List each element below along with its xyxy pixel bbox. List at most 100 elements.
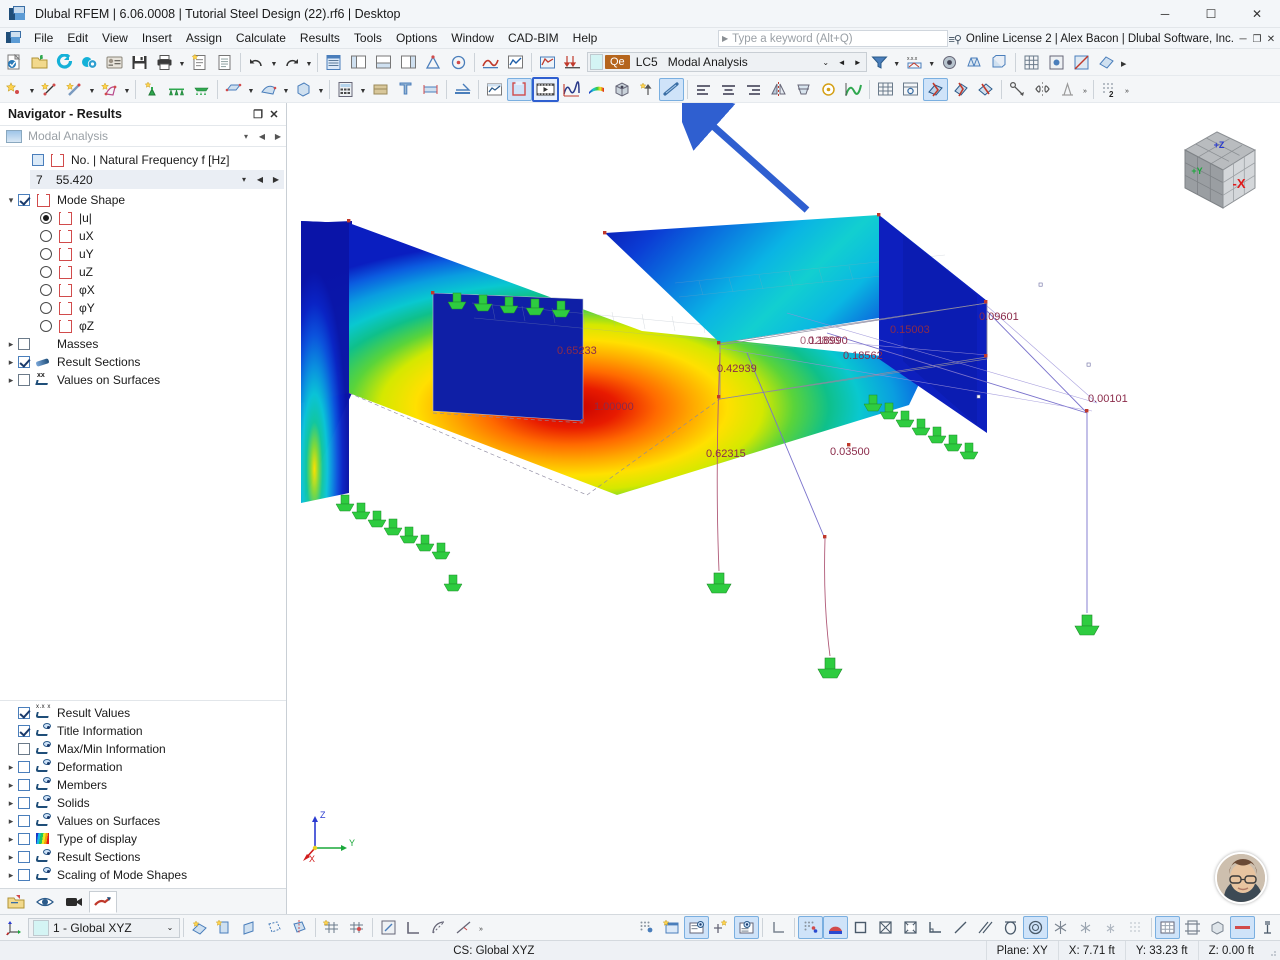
members-checkbox[interactable] [18,779,30,791]
tables-view-icon[interactable] [873,78,898,101]
snap-grid-icon[interactable]: 2 [1097,78,1122,101]
surface-support-icon[interactable] [189,78,214,101]
view-cube[interactable]: -X +Y +Z [1167,116,1267,216]
display-item-deformation[interactable]: ▸ Deformation [0,758,286,776]
scaling-mode-shapes-checkbox[interactable] [18,869,30,881]
bottom-overflow-caret-icon[interactable]: » [476,916,486,939]
context-prev-button[interactable]: ◀ [254,132,270,141]
tree-item-component-uy[interactable]: uY [0,245,286,263]
solids-expander-icon[interactable]: ▸ [4,798,18,809]
local-deformation-icon[interactable] [948,78,973,101]
section-view-icon[interactable] [1069,51,1094,74]
display-item-values-on-surfaces[interactable]: ▸ Values on Surfaces [0,812,286,830]
align-center-icon[interactable] [716,78,741,101]
tree-item-component-uz[interactable]: uZ [0,263,286,281]
menu-item-edit[interactable]: Edit [60,29,95,47]
model-data-table-icon[interactable] [321,51,346,74]
node-dropdown-caret-icon[interactable]: ▼ [27,78,37,101]
tree-item-component-u-abs[interactable]: |u| [0,209,286,227]
mode-shape-expander-icon[interactable]: ▾ [4,195,18,206]
document-minimize-button[interactable]: ─ [1236,30,1250,48]
tab-display-navigator[interactable] [31,891,59,913]
undo-icon[interactable] [244,51,269,74]
add-visibility-icon[interactable] [709,916,734,939]
3d-viewport[interactable]: LC5 - Modal Analysis Modal Analysis Mode… [287,103,1280,914]
navigator-close-button[interactable]: ✕ [266,106,282,122]
tab-views-navigator[interactable] [60,891,88,913]
navigator-restore-button[interactable]: ❐ [250,106,266,122]
snap-endpoint-icon[interactable] [848,916,873,939]
solid-view-icon[interactable] [987,51,1012,74]
type-of-display-checkbox[interactable] [18,833,30,845]
result-diagram-window-icon[interactable] [482,78,507,101]
menu-item-calculate[interactable]: Calculate [229,29,293,47]
load-case-next-button[interactable]: ► [850,58,866,67]
title-information-checkbox[interactable] [18,725,30,737]
nodal-support-icon[interactable] [139,78,164,101]
component-radio-phiy[interactable] [40,302,52,314]
surface-results-icon[interactable] [507,77,532,101]
section-library-icon[interactable] [393,78,418,101]
display-item-solids[interactable]: ▸ Solids [0,794,286,812]
snap-parallel-icon[interactable] [973,916,998,939]
print-dropdown-caret-icon[interactable]: ▼ [177,51,187,74]
calculate-icon[interactable] [333,78,358,101]
result-sections-expander-icon[interactable]: ▸ [4,357,18,368]
component-radio-phiz[interactable] [40,320,52,332]
close-model-icon[interactable] [52,51,77,74]
model-settings-icon[interactable] [77,51,102,74]
menu-item-help[interactable]: Help [566,29,605,47]
more-toolbar-caret-icon[interactable]: ▶ [1119,51,1129,74]
window-close-button[interactable]: ✕ [1234,0,1280,28]
principal-deformation-icon[interactable] [973,78,998,101]
user-avatar[interactable] [1215,852,1267,904]
tree-item-natural-frequency[interactable]: No. | Natural Frequency f [Hz] [0,151,286,169]
member-load-icon[interactable] [221,78,246,101]
coordinate-system-icon[interactable] [2,916,27,939]
redo-icon[interactable] [279,51,304,74]
menu-item-results[interactable]: Results [293,29,347,47]
frequency-dropdown-caret-icon[interactable]: ▾ [236,175,252,184]
snap-intersection-icon[interactable] [873,916,898,939]
animation-icon[interactable] [532,76,559,102]
menu-item-window[interactable]: Window [444,29,501,47]
frequency-prev-button[interactable]: ◀ [252,175,268,184]
show-solids-icon[interactable] [1205,916,1230,939]
rotate-icon[interactable] [791,78,816,101]
work-plane-xz-icon[interactable] [212,916,237,939]
printout-report-icon[interactable] [212,51,237,74]
component-radio-uy[interactable] [40,248,52,260]
clipping-plane-icon[interactable] [1094,51,1119,74]
scaling-mode-shapes-expander-icon[interactable]: ▸ [4,870,18,881]
snap-settings-icon[interactable] [446,51,471,74]
display-item-result-sections[interactable]: ▸ Result Sections [0,848,286,866]
member-dropdown-caret-icon[interactable]: ▼ [87,78,97,101]
menu-item-view[interactable]: View [95,29,135,47]
resize-grip-icon[interactable] [1264,944,1278,958]
snap-center-icon[interactable] [898,916,923,939]
panel-toggle-icon[interactable] [396,51,421,74]
scaling-deformation-icon[interactable] [634,78,659,101]
new-surface-icon[interactable] [97,78,122,101]
solids-checkbox[interactable] [18,797,30,809]
dimension-icon[interactable] [816,78,841,101]
tree-item-masses[interactable]: ▸ Masses [0,335,286,353]
snap-none-icon[interactable] [1123,916,1148,939]
snap-midpoint-icon[interactable] [823,916,848,939]
overflow-caret-icon-2[interactable]: » [1122,78,1132,101]
coordinate-system-selector[interactable]: 1 - Global XYZ ⌄ [28,917,180,938]
surface-dropdown-caret-icon[interactable]: ▼ [122,78,132,101]
snap-points-icon[interactable] [798,916,823,939]
coordinate-system-caret-icon[interactable]: ⌄ [161,923,179,932]
tree-item-component-phix[interactable]: φX [0,281,286,299]
visibility-icon[interactable]: x.x.x [902,51,927,74]
result-sections-display-expander-icon[interactable]: ▸ [4,852,18,863]
load-case-dropdown-caret-icon[interactable]: ⌄ [818,58,834,67]
tab-results-navigator[interactable] [89,890,117,913]
display-item-scaling-of-mode-shapes[interactable]: ▸ Scaling of Mode Shapes [0,866,286,884]
type-of-display-expander-icon[interactable]: ▸ [4,834,18,845]
values-on-surfaces-expander-icon[interactable]: ▸ [4,375,18,386]
snap-quadrant-icon[interactable] [1023,916,1048,939]
values-on-surfaces-display-expander-icon[interactable]: ▸ [4,816,18,827]
line-support-icon[interactable] [164,78,189,101]
